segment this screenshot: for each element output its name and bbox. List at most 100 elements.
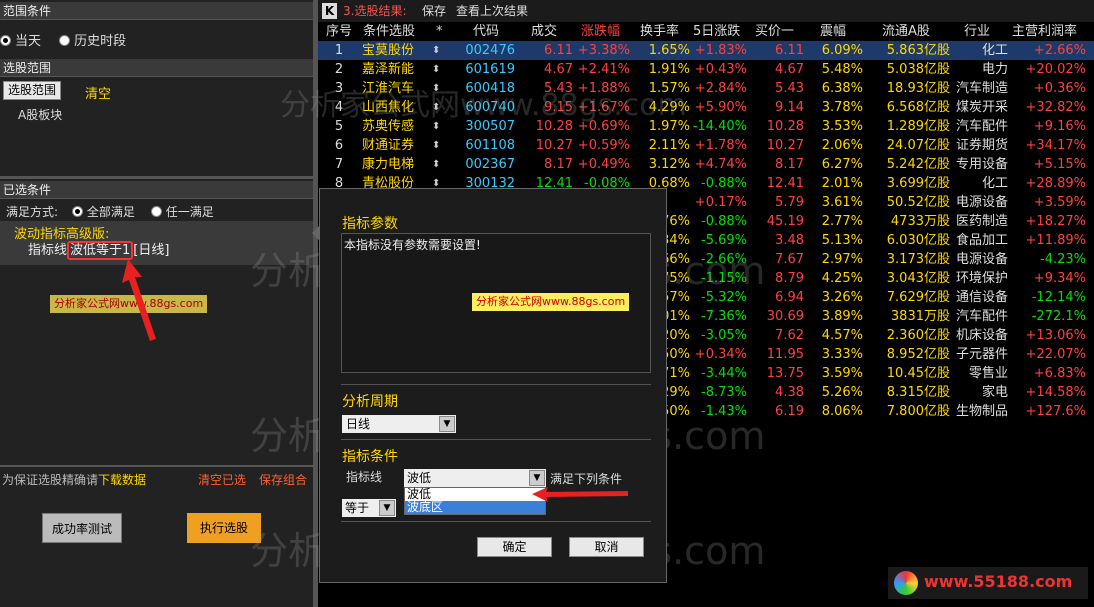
site-logo-icon: [894, 571, 918, 595]
save-results-button[interactable]: 保存: [422, 0, 446, 22]
cell-bid: 7.62: [775, 328, 804, 343]
divider: [0, 176, 313, 179]
col-industry[interactable]: 行业: [964, 22, 990, 41]
cell-industry: 生物制品: [955, 404, 1008, 419]
cell-margin: +127.6%: [1025, 404, 1086, 419]
cell-float: 8.952亿股: [886, 347, 950, 362]
cell-amplitude: 4.57%: [821, 328, 863, 343]
cell-price: 10.27: [535, 138, 573, 153]
cell-bid: 6.11: [775, 43, 804, 58]
col-float[interactable]: 流通A股: [882, 22, 930, 41]
cancel-button[interactable]: 取消: [569, 537, 644, 557]
run-selection-button[interactable]: 执行选股: [187, 513, 261, 543]
board-item[interactable]: A股板块: [18, 106, 62, 123]
cell-margin: +13.06%: [1025, 328, 1086, 343]
cell-amplitude: 2.77%: [821, 214, 863, 229]
cell-name: 苏奥传感: [362, 119, 415, 134]
cell-industry: 汽车制造: [955, 81, 1008, 96]
cell-5day: -5.69%: [701, 233, 747, 248]
col-5day[interactable]: 5日涨跌: [693, 22, 740, 41]
clear-selected-link[interactable]: 清空已选: [198, 471, 246, 488]
period-select[interactable]: 日线 ▼: [342, 415, 456, 433]
cell-5day: -1.43%: [701, 404, 747, 419]
col-turnover[interactable]: 换手率: [640, 22, 679, 41]
cell-5day: +0.34%: [694, 347, 747, 362]
chevron-down-icon: ▼: [439, 416, 455, 432]
cell-code: 300507: [465, 119, 515, 134]
sort-arrows-icon: ⬍: [432, 102, 441, 113]
cell-margin: +22.07%: [1025, 347, 1086, 362]
cell-5day: +1.83%: [694, 43, 747, 58]
cell-5day: -3.05%: [701, 328, 747, 343]
cell-amplitude: 6.38%: [821, 81, 863, 96]
logo-icon: K: [322, 3, 337, 19]
col-star[interactable]: *: [436, 22, 443, 41]
col-seq[interactable]: 序号: [326, 22, 352, 41]
red-arrow-icon: [532, 487, 628, 502]
cell-price: 10.28: [535, 119, 573, 134]
results-title: 3.选股结果:: [343, 4, 407, 18]
clear-link[interactable]: 清空: [85, 83, 111, 102]
table-row[interactable]: 3 江淮汽车 600418 5.43 +1.88% 1.57% +2.84% 5.43 6.38…: [318, 79, 1094, 98]
cell-name: 康力电梯: [362, 157, 415, 172]
table-row[interactable]: 6 财通证券 601108 10.27 +0.59% 2.11% +1.78% 10.27 2.…: [318, 136, 1094, 155]
cell-float: 18.93亿股: [886, 81, 950, 96]
col-name[interactable]: 条件选股: [363, 22, 415, 41]
save-combo-link[interactable]: 保存组合: [259, 471, 307, 488]
cell-amplitude: 2.01%: [821, 176, 863, 191]
cell-float: 5.863亿股: [886, 43, 950, 58]
cell-bid: 10.27: [766, 138, 804, 153]
col-margin[interactable]: 主营利润率: [1012, 22, 1077, 41]
col-change[interactable]: 涨跌幅: [581, 22, 620, 41]
option-bodiqu[interactable]: 波底区: [405, 501, 545, 514]
table-row[interactable]: 2 嘉泽新能 601619 4.67 +2.41% 1.91% +0.43% 4.67 5.48…: [318, 60, 1094, 79]
divider: [341, 439, 651, 440]
col-amplitude[interactable]: 震幅: [820, 22, 846, 41]
cell-code: 002367: [465, 157, 515, 172]
sort-arrows-icon: ⬍: [432, 121, 441, 132]
cell-margin: +28.89%: [1025, 176, 1086, 191]
cell-float: 24.07亿股: [886, 138, 950, 153]
stock-range-button[interactable]: 选股范围: [3, 81, 61, 100]
cell-code: 002476: [465, 43, 515, 58]
cell-amplitude: 3.26%: [821, 290, 863, 305]
line-select[interactable]: 波低 ▼: [404, 469, 546, 487]
cell-industry: 食品加工: [955, 233, 1008, 248]
download-link[interactable]: 下载数据: [98, 473, 146, 487]
cell-industry: 电源设备: [955, 195, 1008, 210]
cell-margin: +9.16%: [1033, 119, 1086, 134]
cell-amplitude: 3.59%: [821, 366, 863, 381]
cell-margin: -4.23%: [1040, 252, 1086, 267]
cell-bid: 8.17: [775, 157, 804, 172]
cell-price: 4.67: [544, 62, 573, 77]
col-code[interactable]: 代码: [473, 22, 499, 41]
table-row[interactable]: 7 康力电梯 002367 8.17 +0.49% 3.12% +4.74% 8.17 6.27…: [318, 155, 1094, 174]
success-rate-test-button[interactable]: 成功率测试: [42, 513, 122, 543]
radio-any[interactable]: 任一满足: [150, 205, 214, 219]
col-price[interactable]: 成交: [531, 22, 557, 41]
radio-all[interactable]: 全部满足: [71, 205, 135, 219]
operator-select[interactable]: 等于 ▼: [342, 499, 396, 517]
cell-seq: 3: [334, 81, 344, 96]
table-row[interactable]: 5 苏奥传感 300507 10.28 +0.69% 1.97% -14.40% 10.28 3…: [318, 117, 1094, 136]
radio-history[interactable]: 历史时段: [59, 34, 126, 49]
cell-bid: 13.75: [766, 366, 804, 381]
col-bid[interactable]: 买价一: [755, 22, 794, 41]
view-last-results-button[interactable]: 查看上次结果: [456, 0, 528, 22]
cell-change: +2.41%: [577, 62, 630, 77]
radio-dot-icon: [0, 35, 11, 46]
cell-amplitude: 3.89%: [821, 309, 863, 324]
cell-margin: +0.36%: [1033, 81, 1086, 96]
cell-bid: 8.79: [775, 271, 804, 286]
cell-bid: 4.38: [775, 385, 804, 400]
table-row[interactable]: 4 山西焦化 600740 9.15 +1.67% 4.29% +5.90% 9.14 3.78…: [318, 98, 1094, 117]
cell-name: 宝莫股份: [362, 43, 415, 58]
radio-today[interactable]: 当天: [0, 34, 41, 49]
ok-button[interactable]: 确定: [477, 537, 552, 557]
radio-dot-icon: [59, 35, 71, 46]
cell-float: 2.360亿股: [886, 328, 950, 343]
cell-5day: -1.15%: [701, 271, 747, 286]
cell-5day: +2.84%: [694, 81, 747, 96]
cell-name: 山西焦化: [362, 100, 415, 115]
table-row[interactable]: 1 宝莫股份 002476 6.11 +3.38% 1.65% +1.83% 6.11 6.09…: [318, 41, 1094, 60]
